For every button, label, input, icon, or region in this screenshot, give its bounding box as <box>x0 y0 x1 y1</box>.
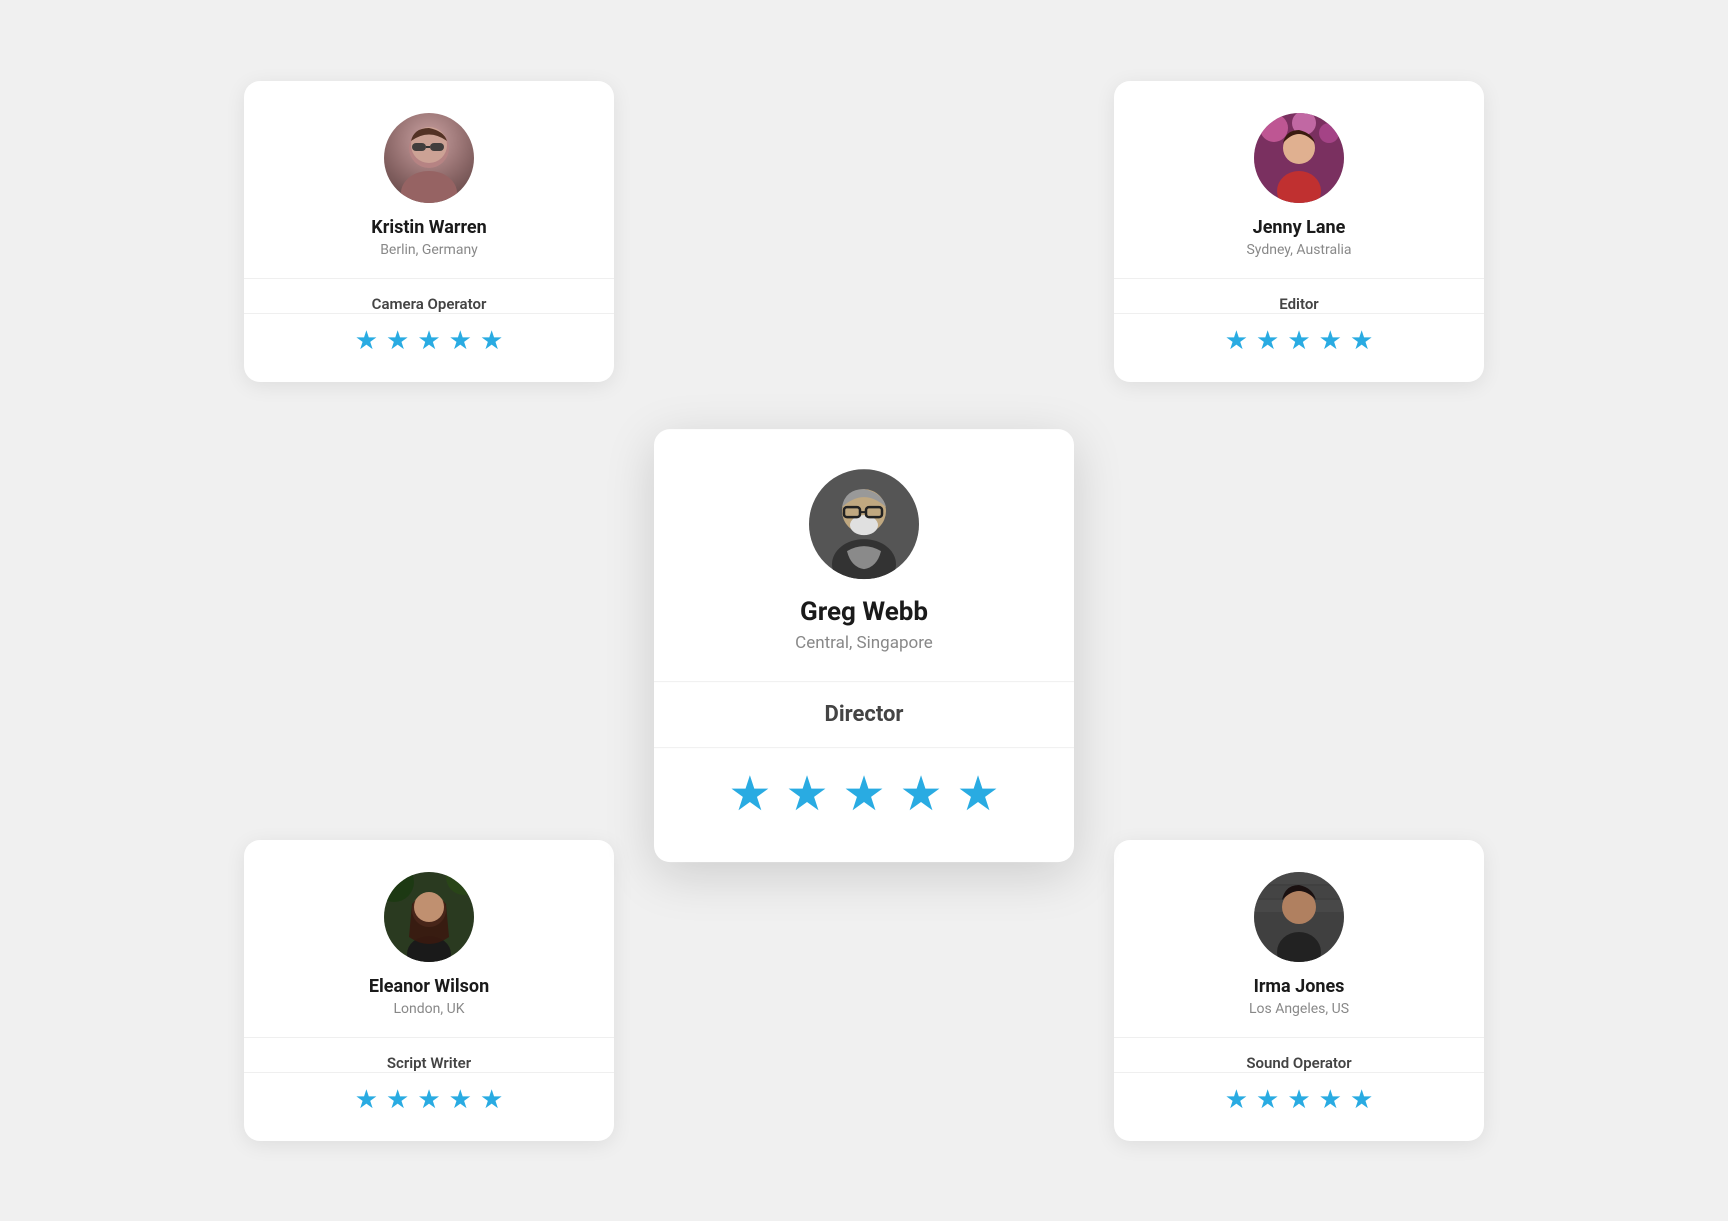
divider <box>244 1072 614 1073</box>
star-2: ★ <box>785 770 828 818</box>
star-3: ★ <box>417 1087 440 1113</box>
person-name: Irma Jones <box>1238 976 1361 997</box>
rating-stars: ★ ★ ★ ★ ★ <box>339 328 520 354</box>
star-1: ★ <box>1225 1087 1248 1113</box>
avatar <box>1254 113 1344 203</box>
person-role: Sound Operator <box>1230 1054 1367 1072</box>
divider <box>244 313 614 314</box>
person-role: Script Writer <box>371 1054 487 1072</box>
rating-stars: ★ ★ ★ ★ ★ <box>712 770 1015 818</box>
star-1: ★ <box>1225 328 1248 354</box>
star-1: ★ <box>355 328 378 354</box>
person-location: Los Angeles, US <box>1233 1001 1365 1017</box>
card-jenny-lane[interactable]: Jenny Lane Sydney, Australia Editor ★ ★ … <box>1114 81 1484 382</box>
divider <box>654 747 1074 748</box>
divider <box>1114 313 1484 314</box>
divider <box>654 681 1074 682</box>
person-location: Sydney, Australia <box>1230 242 1367 258</box>
star-4: ★ <box>1319 1087 1342 1113</box>
rating-stars: ★ ★ ★ ★ ★ <box>339 1087 520 1113</box>
person-role: Camera Operator <box>356 295 503 313</box>
card-greg-webb[interactable]: Greg Webb Central, Singapore Director ★ … <box>654 429 1074 862</box>
star-2: ★ <box>1256 328 1279 354</box>
star-5: ★ <box>480 1087 503 1113</box>
avatar <box>384 113 474 203</box>
star-2: ★ <box>386 1087 409 1113</box>
card-kristin-warren[interactable]: Kristin Warren Berlin, Germany Camera Op… <box>244 81 614 382</box>
person-role: Director <box>809 702 920 727</box>
person-location: London, UK <box>378 1001 481 1017</box>
person-location: Central, Singapore <box>779 633 949 653</box>
star-3: ★ <box>417 328 440 354</box>
person-name: Greg Webb <box>784 597 944 627</box>
star-3: ★ <box>1287 328 1310 354</box>
star-5: ★ <box>1350 1087 1373 1113</box>
star-5: ★ <box>480 328 503 354</box>
star-4: ★ <box>1319 328 1342 354</box>
star-5: ★ <box>1350 328 1373 354</box>
star-2: ★ <box>1256 1087 1279 1113</box>
card-irma-jones[interactable]: Irma Jones Los Angeles, US Sound Operato… <box>1114 840 1484 1141</box>
star-3: ★ <box>1287 1087 1310 1113</box>
person-name: Eleanor Wilson <box>353 976 505 997</box>
star-3: ★ <box>842 770 885 818</box>
divider <box>1114 278 1484 279</box>
divider <box>244 278 614 279</box>
profile-cards-scene: Kristin Warren Berlin, Germany Camera Op… <box>214 61 1514 1161</box>
rating-stars: ★ ★ ★ ★ ★ <box>1209 1087 1390 1113</box>
divider <box>1114 1037 1484 1038</box>
person-role: Editor <box>1263 295 1334 313</box>
star-4: ★ <box>449 328 472 354</box>
person-location: Berlin, Germany <box>364 242 494 258</box>
avatar <box>384 872 474 962</box>
person-name: Jenny Lane <box>1237 217 1362 238</box>
star-1: ★ <box>355 1087 378 1113</box>
divider <box>244 1037 614 1038</box>
star-5: ★ <box>957 770 1000 818</box>
card-eleanor-wilson[interactable]: Eleanor Wilson London, UK Script Writer … <box>244 840 614 1141</box>
person-name: Kristin Warren <box>355 217 502 238</box>
star-4: ★ <box>449 1087 472 1113</box>
avatar <box>809 469 919 579</box>
avatar <box>1254 872 1344 962</box>
star-1: ★ <box>728 770 771 818</box>
star-4: ★ <box>900 770 943 818</box>
rating-stars: ★ ★ ★ ★ ★ <box>1209 328 1390 354</box>
divider <box>1114 1072 1484 1073</box>
star-2: ★ <box>386 328 409 354</box>
